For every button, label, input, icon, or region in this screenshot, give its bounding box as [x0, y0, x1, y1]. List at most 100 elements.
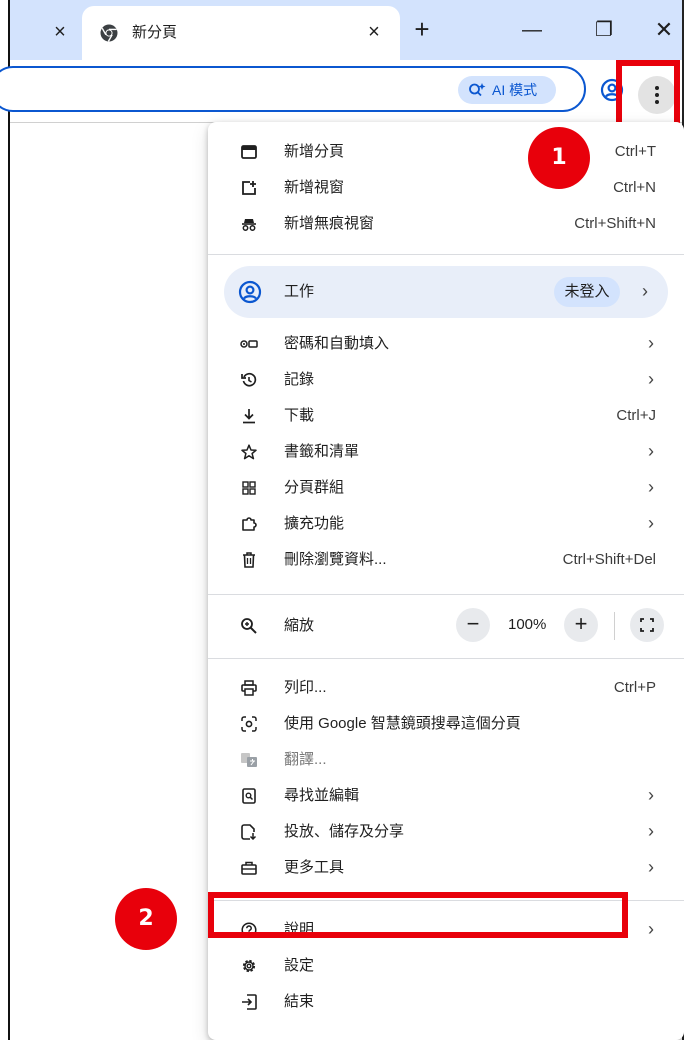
menu-item-new-incognito-window[interactable]: 新增無痕視窗 Ctrl+Shift+N — [208, 206, 684, 242]
zoom-divider — [614, 612, 615, 640]
print-icon — [240, 679, 258, 697]
incognito-icon — [240, 215, 258, 233]
new-window-icon — [240, 179, 258, 197]
menu-item-more-tools[interactable]: 更多工具 › — [208, 850, 684, 886]
menu-item-tab-groups[interactable]: 分頁群組 › — [208, 470, 684, 506]
menu-item-label: 書籤和清單 — [284, 443, 360, 460]
menu-item-history[interactable]: 記錄 › — [208, 362, 684, 398]
chevron-right-icon: › — [648, 441, 654, 461]
key-icon — [240, 335, 258, 353]
tab-title: 新分頁 — [132, 24, 178, 41]
chevron-right-icon: › — [648, 821, 654, 841]
menu-item-zoom: 縮放 − 100% + — [208, 602, 684, 650]
menu-item-label: 投放、儲存及分享 — [284, 823, 405, 840]
chevron-right-icon: › — [648, 857, 654, 877]
lens-icon — [240, 715, 258, 733]
menu-item-extensions[interactable]: 擴充功能 › — [208, 506, 684, 542]
step-badge-2: 2 — [115, 888, 177, 950]
profile-name: 工作 — [284, 283, 315, 300]
menu-item-label: 結束 — [284, 993, 315, 1010]
signed-out-badge[interactable]: 未登入 — [554, 277, 620, 307]
chevron-right-icon: › — [648, 919, 654, 939]
menu-item-new-window[interactable]: 新增視窗 Ctrl+N — [208, 170, 684, 206]
new-tab-icon — [240, 143, 258, 161]
extension-icon — [240, 515, 258, 533]
chevron-right-icon: › — [642, 281, 648, 301]
toolbox-icon — [240, 859, 258, 877]
menu-item-translate[interactable]: 翻譯... — [208, 742, 684, 778]
menu-separator — [208, 658, 684, 659]
chevron-right-icon: › — [648, 513, 654, 533]
menu-item-exit[interactable]: 結束 — [208, 984, 684, 1020]
exit-icon — [240, 993, 258, 1011]
menu-item-cast-save-share[interactable]: 投放、儲存及分享 › — [208, 814, 684, 850]
fullscreen-icon — [640, 618, 654, 632]
chevron-right-icon: › — [648, 369, 654, 389]
download-icon — [240, 407, 258, 425]
translate-icon — [240, 751, 258, 769]
menu-item-profile[interactable]: 工作 未登入 › — [224, 266, 668, 318]
menu-item-label: 刪除瀏覽資料... — [284, 551, 387, 568]
window-border-left — [8, 0, 10, 1040]
toolbar: AI 模式 — [0, 60, 682, 122]
menu-item-print[interactable]: 列印... Ctrl+P — [208, 670, 684, 706]
menu-item-label: 使用 Google 智慧鏡頭搜尋這個分頁 — [284, 715, 521, 732]
tab-new-tab[interactable]: 新分頁 × — [82, 6, 400, 60]
menu-item-label: 新增無痕視窗 — [284, 215, 375, 232]
menu-separator — [208, 254, 684, 255]
menu-item-label: 列印... — [284, 679, 327, 696]
menu-item-downloads[interactable]: 下載 Ctrl+J — [208, 398, 684, 434]
menu-item-label: 分頁群組 — [284, 479, 345, 496]
menu-item-label: 新增分頁 — [284, 143, 345, 160]
zoom-out-button[interactable]: − — [456, 608, 490, 642]
address-bar[interactable]: AI 模式 — [0, 66, 586, 112]
menu-item-label: 縮放 — [284, 617, 315, 634]
ai-mode-icon — [469, 83, 486, 97]
zoom-in-button[interactable]: + — [564, 608, 598, 642]
minimize-button[interactable]: — — [520, 18, 544, 42]
chevron-right-icon: › — [648, 785, 654, 805]
profile-icon — [238, 280, 262, 304]
cast-save-share-icon — [240, 823, 258, 841]
menu-item-label: 更多工具 — [284, 859, 345, 876]
menu-item-shortcut: Ctrl+Shift+N — [574, 215, 656, 232]
menu-item-shortcut: Ctrl+T — [614, 143, 656, 160]
menu-item-shortcut: Ctrl+J — [616, 407, 656, 424]
ai-mode-label: AI 模式 — [492, 82, 538, 98]
menu-item-settings[interactable]: 設定 — [208, 948, 684, 984]
history-icon — [240, 371, 258, 389]
menu-item-label: 尋找並編輯 — [284, 787, 360, 804]
menu-item-shortcut: Ctrl+Shift+Del — [562, 551, 656, 568]
tab-close-icon[interactable]: × — [364, 22, 384, 42]
highlight-box-settings — [208, 892, 628, 938]
menu-item-label: 設定 — [284, 957, 315, 974]
close-window-button[interactable]: ✕ — [652, 18, 676, 42]
highlight-box-menu-button — [616, 60, 680, 128]
menu-item-label: 擴充功能 — [284, 515, 345, 532]
new-tab-button[interactable]: + — [410, 16, 434, 42]
menu-separator — [208, 594, 684, 595]
menu-item-label: 密碼和自動填入 — [284, 335, 390, 352]
chevron-right-icon: › — [648, 333, 654, 353]
tab-strip: × 新分頁 × + — ❐ ✕ — [10, 0, 682, 60]
menu-item-bookmarks-lists[interactable]: 書籤和清單 › — [208, 434, 684, 470]
tab-groups-icon — [240, 479, 258, 497]
menu-item-find-edit[interactable]: 尋找並編輯 › — [208, 778, 684, 814]
ai-mode-button[interactable]: AI 模式 — [458, 76, 556, 104]
restore-button[interactable]: ❐ — [592, 18, 616, 42]
fullscreen-button[interactable] — [630, 608, 664, 642]
settings-gear-icon — [240, 957, 258, 975]
menu-item-label: 記錄 — [284, 371, 315, 388]
menu-item-label: 新增視窗 — [284, 179, 345, 196]
menu-item-new-tab[interactable]: 新增分頁 Ctrl+T — [208, 134, 684, 170]
menu-item-shortcut: Ctrl+N — [613, 179, 656, 196]
previous-tab-close-icon[interactable]: × — [50, 22, 70, 42]
chevron-right-icon: › — [648, 477, 654, 497]
menu-item-shortcut: Ctrl+P — [613, 679, 656, 696]
zoom-icon — [241, 618, 257, 634]
find-icon — [240, 787, 258, 805]
menu-item-passwords-autofill[interactable]: 密碼和自動填入 › — [208, 326, 684, 362]
menu-item-clear-browsing-data[interactable]: 刪除瀏覽資料... Ctrl+Shift+Del — [208, 542, 684, 578]
star-icon — [240, 443, 258, 461]
menu-item-google-lens[interactable]: 使用 Google 智慧鏡頭搜尋這個分頁 — [208, 706, 684, 742]
